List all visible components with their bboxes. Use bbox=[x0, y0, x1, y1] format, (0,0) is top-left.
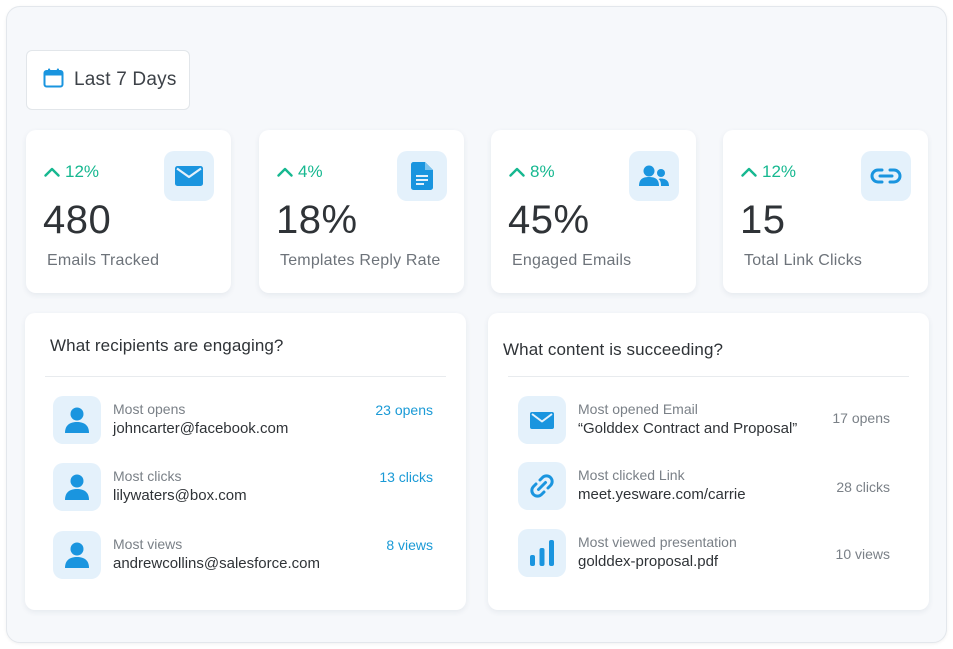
stat-label: Engaged Emails bbox=[512, 252, 632, 269]
stat-value: 15 bbox=[740, 198, 786, 242]
row-label: Most views bbox=[113, 536, 183, 552]
bar-chart-icon bbox=[518, 529, 566, 577]
trend-value: 12% bbox=[65, 162, 100, 181]
row-label: Most clicks bbox=[113, 468, 182, 484]
row-value: “Golddex Contract and Proposal” bbox=[578, 420, 798, 437]
stat-value: 45% bbox=[508, 198, 590, 242]
row-label: Most viewed presentation bbox=[578, 534, 737, 550]
content-success-panel: What content is succeeding? Most opened … bbox=[488, 313, 929, 610]
panel-title: What recipients are engaging? bbox=[50, 336, 284, 355]
divider bbox=[45, 376, 446, 377]
panel-title: What content is succeeding? bbox=[503, 340, 724, 359]
user-icon bbox=[53, 531, 101, 579]
stat-value: 18% bbox=[276, 198, 358, 242]
row-metric: 28 clicks bbox=[836, 479, 890, 495]
list-item-most-viewed-presentation[interactable]: Most viewed presentation golddex-proposa… bbox=[518, 529, 890, 577]
stat-card-templates-reply-rate: 4% 18% Templates Reply Rate bbox=[259, 130, 464, 293]
row-value: andrewcollins@salesforce.com bbox=[113, 555, 320, 572]
date-range-label: Last 7 Days bbox=[74, 69, 177, 90]
stat-card-emails-tracked: 12% 480 Emails Tracked bbox=[26, 130, 231, 293]
row-label: Most opens bbox=[113, 401, 186, 417]
row-value: golddex-proposal.pdf bbox=[578, 553, 719, 570]
trend-indicator: 12% bbox=[741, 162, 796, 182]
list-item-most-clicked-link[interactable]: Most clicked Link meet.yesware.com/carri… bbox=[518, 462, 890, 510]
list-item-most-opens[interactable]: Most opens johncarter@facebook.com 23 op… bbox=[53, 396, 433, 444]
user-icon bbox=[53, 396, 101, 444]
row-value: johncarter@facebook.com bbox=[113, 420, 289, 437]
row-label: Most opened Email bbox=[578, 401, 698, 417]
row-metric: 10 views bbox=[835, 546, 890, 562]
divider bbox=[508, 376, 909, 377]
users-icon bbox=[629, 151, 679, 201]
trend-indicator: 4% bbox=[277, 162, 323, 182]
envelope-icon bbox=[164, 151, 214, 201]
trend-indicator: 8% bbox=[509, 162, 555, 182]
trend-value: 4% bbox=[298, 162, 323, 181]
row-metric: 8 views bbox=[386, 537, 433, 553]
chevron-up-icon bbox=[741, 167, 757, 177]
row-metric: 23 opens bbox=[375, 402, 433, 418]
stat-card-engaged-emails: 8% 45% Engaged Emails bbox=[491, 130, 696, 293]
list-item-most-views[interactable]: Most views andrewcollins@salesforce.com … bbox=[53, 531, 433, 579]
chevron-up-icon bbox=[509, 167, 525, 177]
recipients-engagement-panel: What recipients are engaging? Most opens… bbox=[25, 313, 466, 610]
row-metric: 13 clicks bbox=[379, 469, 433, 485]
stat-label: Total Link Clicks bbox=[744, 252, 863, 269]
row-value: meet.yesware.com/carrie bbox=[578, 486, 746, 503]
trend-indicator: 12% bbox=[44, 162, 99, 182]
row-label: Most clicked Link bbox=[578, 467, 685, 483]
chevron-up-icon bbox=[44, 167, 60, 177]
list-item-most-opened-email[interactable]: Most opened Email “Golddex Contract and … bbox=[518, 396, 890, 444]
calendar-icon bbox=[43, 68, 64, 93]
date-range-button[interactable]: Last 7 Days bbox=[26, 50, 190, 110]
user-icon bbox=[53, 463, 101, 511]
chevron-up-icon bbox=[277, 167, 293, 177]
stat-card-total-link-clicks: 12% 15 Total Link Clicks bbox=[723, 130, 928, 293]
trend-value: 8% bbox=[530, 162, 555, 181]
stat-value: 480 bbox=[43, 198, 112, 242]
stat-label: Templates Reply Rate bbox=[280, 252, 441, 269]
row-value: lilywaters@box.com bbox=[113, 487, 247, 504]
list-item-most-clicks[interactable]: Most clicks lilywaters@box.com 13 clicks bbox=[53, 463, 433, 511]
row-metric: 17 opens bbox=[832, 410, 890, 426]
document-icon bbox=[397, 151, 447, 201]
trend-value: 12% bbox=[762, 162, 797, 181]
envelope-icon bbox=[518, 396, 566, 444]
link-icon bbox=[861, 151, 911, 201]
stat-label: Emails Tracked bbox=[47, 252, 160, 269]
chain-link-icon bbox=[518, 462, 566, 510]
